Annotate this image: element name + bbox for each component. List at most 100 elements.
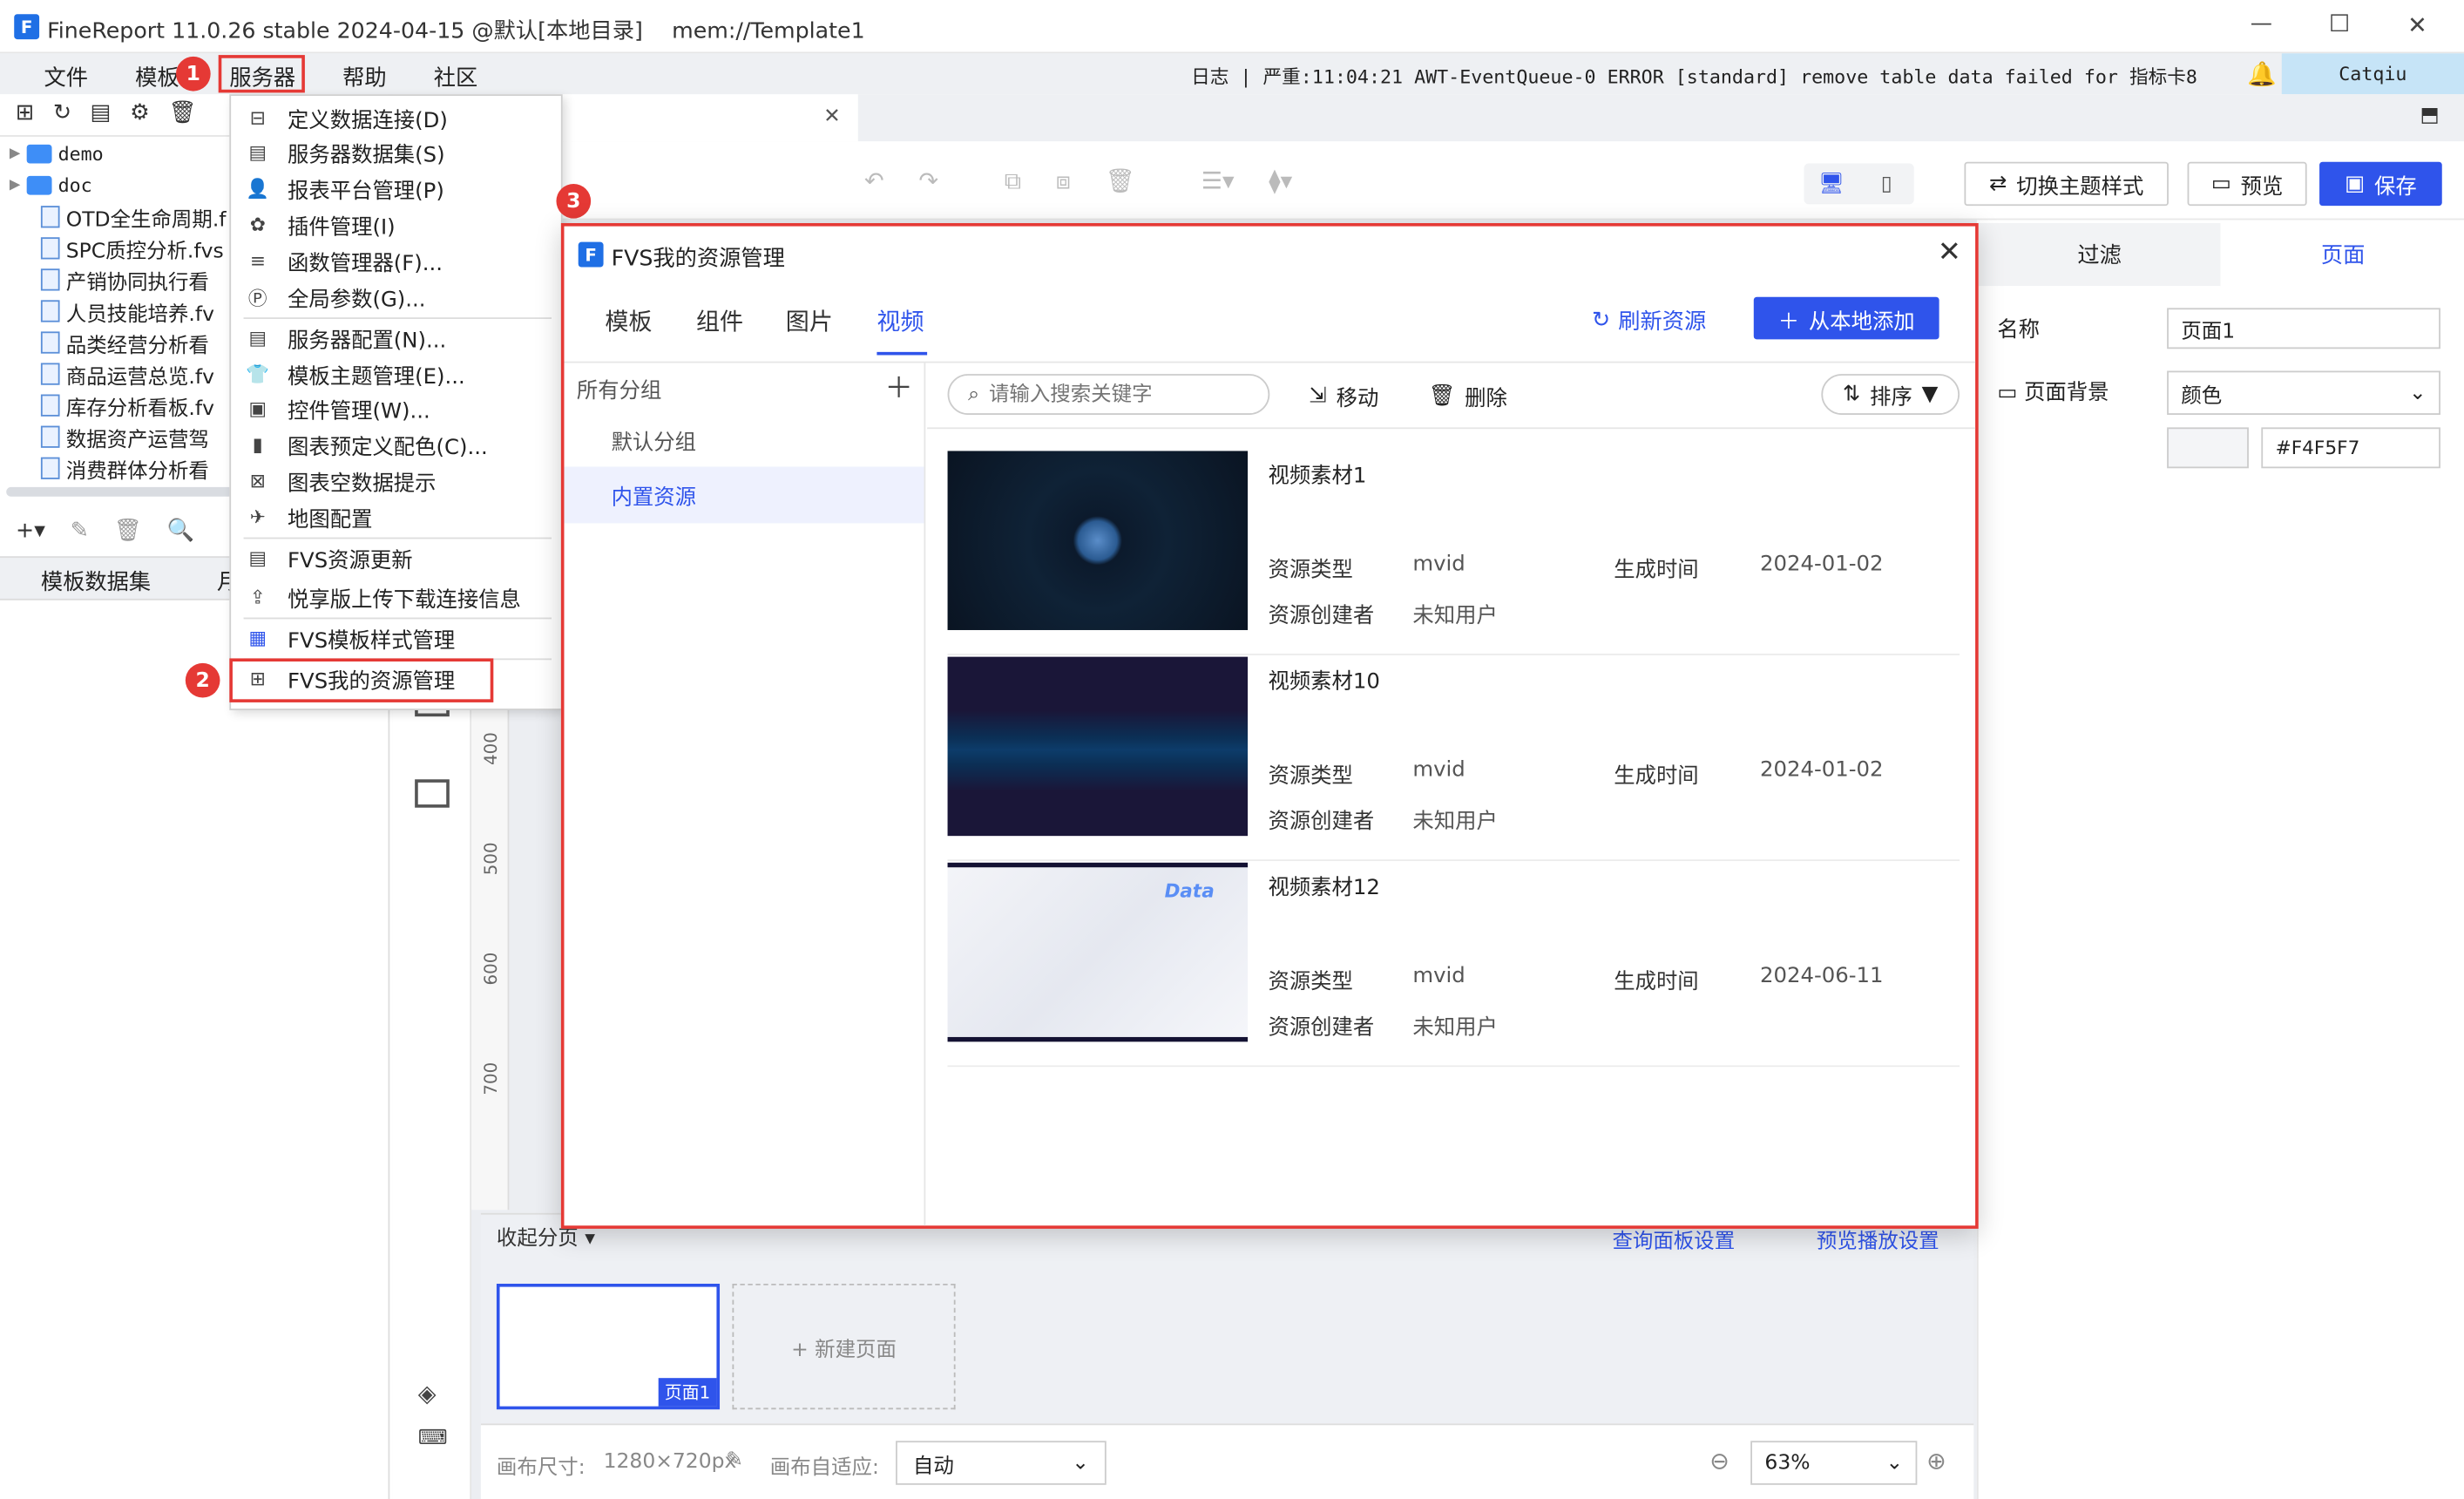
menu-item-fvs-update[interactable]: ▤ FVS资源更新 <box>244 540 552 575</box>
field-label: 资源创建者 <box>1268 1014 1375 1041</box>
ruler-tick: 600 <box>480 952 502 986</box>
tree-file[interactable]: 产销协同执行看 <box>40 264 209 295</box>
resource-item[interactable]: 视频素材10 资源类型 mvid 生成时间 2024-01-02 资源创建者 未… <box>947 656 1960 862</box>
new-page-button[interactable]: + 新建页面 <box>732 1284 956 1410</box>
maximize-button[interactable]: ☐ <box>2329 10 2350 37</box>
group-panel: 所有分组 ＋ 默认分组 内置资源 <box>564 363 926 1226</box>
archive-icon[interactable] <box>415 779 450 808</box>
tab-filter[interactable]: 过滤 <box>1978 223 2221 287</box>
page-thumb-1[interactable]: 页面1 <box>496 1284 721 1410</box>
delete-icon[interactable]: 🗑 <box>168 100 196 125</box>
menu-item-map[interactable]: ✈ 地图配置 <box>244 499 552 534</box>
zoom-out-icon[interactable]: ⊖ <box>1709 1448 1730 1475</box>
move-button[interactable]: ⇲ 移动 <box>1309 380 1378 411</box>
tree-file[interactable]: 库存分析看板.fv <box>40 390 214 421</box>
menu-item-theme[interactable]: 👕 模板主题管理(E)... <box>244 356 552 391</box>
save-button[interactable]: ▣ 保存 <box>2319 161 2442 207</box>
tree-folder-doc[interactable]: ▶ doc <box>10 170 92 201</box>
refresh-icon[interactable]: ↻ <box>53 100 71 125</box>
refresh-button[interactable]: ↻ 刷新资源 <box>1592 305 1706 336</box>
preview-icon[interactable]: 🔍 <box>167 519 194 544</box>
menu-item-global-params[interactable]: Ⓟ 全局参数(G)... <box>244 280 552 315</box>
menu-item-define-connection[interactable]: ⊟ 定义数据连接(D) <box>244 100 552 135</box>
tab-page[interactable]: 页面 <box>2220 223 2464 286</box>
tree-file[interactable]: 品类经营分析看 <box>40 327 209 358</box>
resource-item[interactable]: Data 视频素材12 资源类型 mvid 生成时间 2024-06-11 资源… <box>947 862 1960 1068</box>
undo-icon[interactable]: ↶ <box>864 166 884 194</box>
log-message[interactable]: 日志 | 严重:11:04:21 AWT-EventQueue-0 ERROR … <box>1191 63 2197 90</box>
name-input[interactable]: 页面1 <box>2167 308 2440 349</box>
tab-videos[interactable]: 视频 <box>877 305 924 338</box>
tree-file[interactable]: 消费群体分析看 <box>40 452 209 484</box>
align-icon[interactable]: ☰▾ <box>1202 166 1235 194</box>
group-builtin[interactable]: 内置资源 <box>564 466 924 524</box>
tree-file[interactable]: 商品运营总览.fv <box>40 358 214 390</box>
video-thumbnail: Data <box>947 862 1249 1042</box>
close-tab-icon[interactable]: ✕ <box>823 105 841 129</box>
delete-icon[interactable]: 🗑 <box>1106 166 1135 194</box>
new-folder-icon[interactable]: ⊞ <box>16 100 34 125</box>
upload-icon: ⇪ <box>249 586 266 608</box>
bell-icon[interactable]: 🔔 <box>2247 60 2277 88</box>
search-box[interactable]: ⌕ <box>947 374 1270 415</box>
mobile-icon[interactable]: ▯ <box>1859 172 1914 195</box>
menu-template[interactable]: 模板 <box>135 61 179 92</box>
color-swatch[interactable] <box>2167 427 2249 469</box>
tree-folder-demo[interactable]: ▶ demo <box>10 139 104 170</box>
layer-order-icon[interactable]: ⧫▾ <box>1269 166 1292 194</box>
tab-menu-icon[interactable]: ⬒ <box>2420 104 2439 127</box>
menu-item-platform[interactable]: 👤 报表平台管理(P) <box>244 172 552 207</box>
sort-button[interactable]: ⇅ 排序 ▼ <box>1821 374 1960 415</box>
user-badge[interactable]: Catqiu <box>2281 53 2464 95</box>
menu-file[interactable]: 文件 <box>44 61 87 92</box>
menu-community[interactable]: 社区 <box>434 61 477 92</box>
tree-file[interactable]: 人员技能培养.fv <box>40 295 214 327</box>
menu-item-server-dataset[interactable]: ▤ 服务器数据集(S) <box>244 135 552 170</box>
canvas-fit-select[interactable]: 自动 ⌄ <box>896 1441 1107 1485</box>
monitor-icon: ▭ <box>2210 171 2231 197</box>
menu-item-fvs-style[interactable]: ▦ FVS模板样式管理 <box>244 621 552 655</box>
tree-file[interactable]: OTD全生命周期.f <box>40 201 227 233</box>
preview-button[interactable]: ▭ 预览 <box>2187 161 2307 207</box>
page-bg-select[interactable]: 颜色 ⌄ <box>2167 370 2440 415</box>
minimize-button[interactable]: — <box>2251 11 2272 37</box>
menu-item-functions[interactable]: ≡ 函数管理器(F)... <box>244 243 552 278</box>
edit-icon[interactable]: ✎ <box>71 519 89 544</box>
menu-item-chart-empty[interactable]: ⊠ 图表空数据提示 <box>244 464 552 499</box>
settings-icon[interactable]: ⚙ <box>130 100 150 125</box>
redo-icon[interactable]: ↷ <box>918 166 938 194</box>
menu-item-server-config[interactable]: ▤ 服务器配置(N)... <box>244 321 552 356</box>
add-group-icon[interactable]: ＋ <box>884 366 912 407</box>
desktop-icon[interactable]: 🖥 <box>1804 172 1858 195</box>
zoom-in-icon[interactable]: ⊕ <box>1926 1448 1946 1475</box>
menu-item-widgets[interactable]: ▣ 控件管理(W)... <box>244 391 552 426</box>
search-input[interactable] <box>988 383 1225 407</box>
tab-templates[interactable]: 模板 <box>605 305 652 338</box>
dialog-close-button[interactable]: ✕ <box>1938 235 1961 268</box>
tab-template-dataset[interactable]: 模板数据集 <box>41 566 151 597</box>
template-icon[interactable]: ▤ <box>91 100 112 125</box>
edit-size-icon[interactable]: ✎ <box>726 1448 743 1472</box>
resource-item[interactable]: 视频素材1 资源类型 mvid 生成时间 2024-01-02 资源创建者 未知… <box>947 451 1960 655</box>
group-default[interactable]: 默认分组 <box>564 413 924 466</box>
switch-theme-button[interactable]: ⇄ 切换主题样式 <box>1964 161 2169 207</box>
tree-file[interactable]: SPC质控分析.fvs <box>40 233 224 264</box>
copy-icon[interactable]: ⧉ <box>1005 166 1021 194</box>
color-hex-input[interactable]: #F4F5F7 <box>2261 427 2440 469</box>
tab-components[interactable]: 组件 <box>696 305 743 338</box>
menu-help[interactable]: 帮助 <box>342 61 386 92</box>
keyboard-icon[interactable]: ⌨ <box>418 1427 448 1450</box>
menu-item-plugins[interactable]: ✿ 插件管理(I) <box>244 207 552 242</box>
layers-icon[interactable]: ◈ <box>418 1380 437 1407</box>
add-icon[interactable]: +▾ <box>16 519 45 544</box>
close-window-button[interactable]: ✕ <box>2407 11 2427 39</box>
delete-button[interactable]: 🗑 删除 <box>1428 380 1506 411</box>
add-local-button[interactable]: ＋ 从本地添加 <box>1753 296 1939 340</box>
zoom-select[interactable]: 63% ⌄ <box>1750 1441 1918 1485</box>
menu-item-upload-info[interactable]: ⇪ 悦享版上传下载连接信息 <box>244 580 552 614</box>
menu-item-chart-colors[interactable]: ▮ 图表预定义配色(C)... <box>244 427 552 462</box>
tab-images[interactable]: 图片 <box>786 305 833 338</box>
tree-file[interactable]: 数据资产运营驾 <box>40 421 209 452</box>
delete-icon[interactable]: 🗑 <box>114 519 142 544</box>
paste-icon[interactable]: ⧈ <box>1056 166 1071 194</box>
